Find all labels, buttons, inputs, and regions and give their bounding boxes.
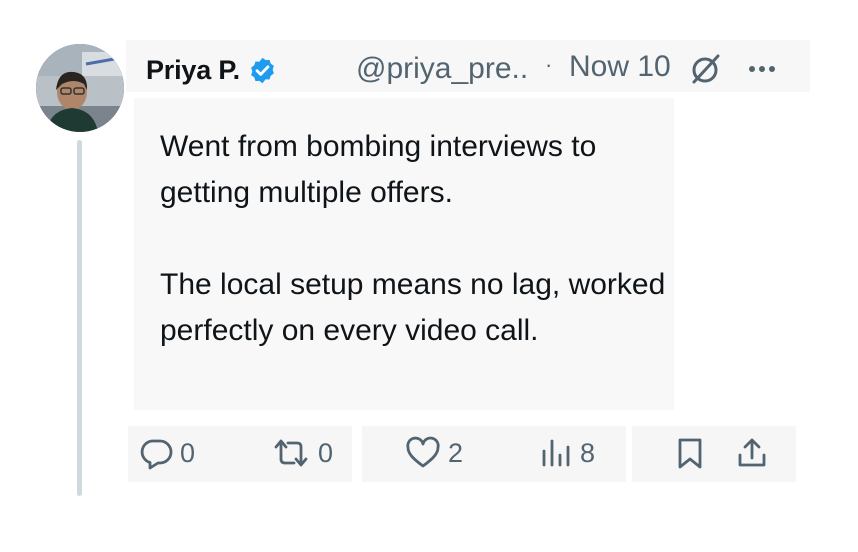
like-button[interactable]: 2 — [404, 430, 463, 476]
repost-button[interactable]: 0 — [270, 430, 333, 476]
like-count: 2 — [448, 437, 464, 468]
views-button[interactable]: 8 — [538, 430, 595, 476]
more-dots-icon[interactable] — [746, 57, 778, 81]
share-button[interactable] — [734, 430, 770, 476]
avatar-photo — [36, 44, 124, 132]
thread-line — [77, 140, 82, 496]
verified-badge-icon — [248, 56, 277, 85]
repost-arrows-icon — [274, 439, 308, 467]
views-count: 8 — [580, 437, 596, 468]
bookmark-button[interactable] — [672, 430, 708, 476]
separator-dot: · — [545, 52, 553, 77]
bookmark-icon — [678, 438, 702, 469]
author-handle[interactable]: @priya_pre.. — [356, 52, 528, 86]
post-text-paragraph: Went from bombing interviews to getting … — [160, 130, 597, 209]
repost-count: 0 — [318, 437, 334, 468]
author-name[interactable]: Priya P. — [146, 55, 240, 86]
post-time[interactable]: Now 10 — [569, 50, 671, 84]
reply-count: 0 — [180, 437, 196, 468]
post-text-paragraph: The local setup means no lag, worked per… — [160, 268, 666, 347]
post-body: Went from bombing interviews to getting … — [160, 124, 680, 354]
avatar[interactable] — [36, 44, 124, 132]
timer-slash-icon — [688, 52, 722, 86]
share-upload-icon — [738, 438, 766, 467]
post-header: Priya P. — [146, 48, 277, 92]
views-bars-icon — [542, 439, 570, 467]
actions-background-3 — [632, 426, 796, 482]
reply-bubble-icon — [140, 439, 173, 470]
heart-icon — [406, 436, 440, 468]
reply-button[interactable]: 0 — [138, 430, 195, 476]
